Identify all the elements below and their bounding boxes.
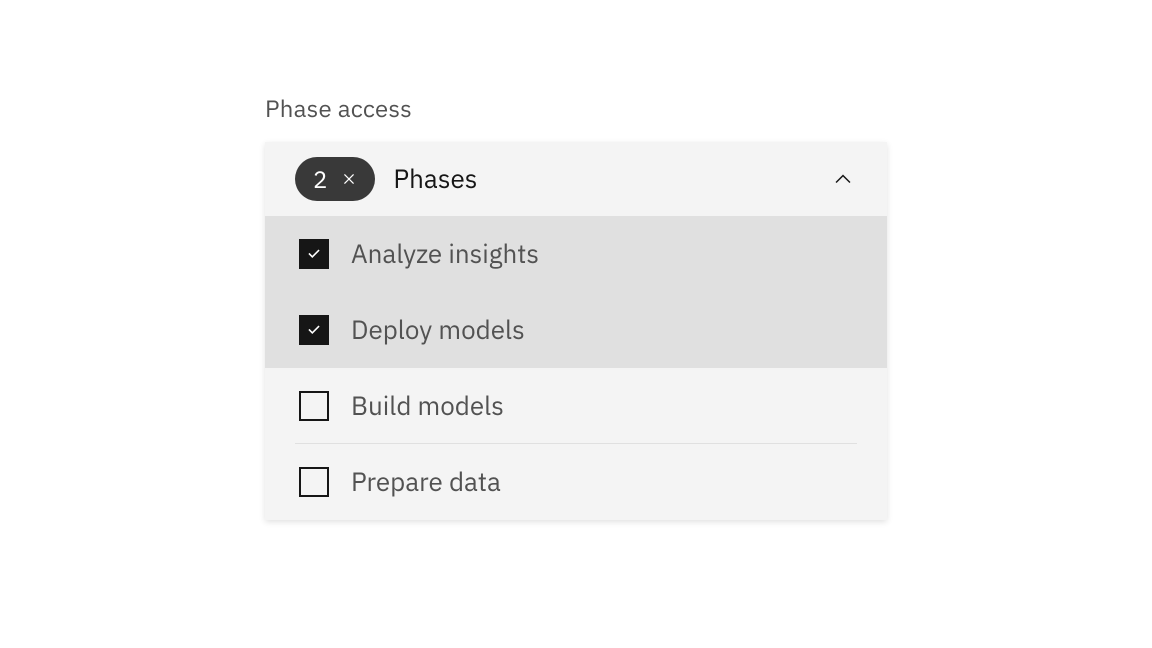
option-build-models[interactable]: Build models xyxy=(265,368,887,444)
field-label: Phase access xyxy=(265,92,887,124)
multiselect-menu: Analyze insights Deploy models Build mod… xyxy=(265,216,887,520)
checkbox[interactable] xyxy=(299,391,329,421)
option-label: Prepare data xyxy=(351,465,501,499)
option-label: Build models xyxy=(351,389,504,423)
checkbox[interactable] xyxy=(299,467,329,497)
selection-tag: 2 xyxy=(295,157,375,201)
option-label: Deploy models xyxy=(351,313,525,347)
option-label: Analyze insights xyxy=(351,237,539,271)
checkmark-icon xyxy=(305,321,323,339)
option-analyze-insights[interactable]: Analyze insights xyxy=(265,216,887,292)
checkbox[interactable] xyxy=(299,239,329,269)
close-icon xyxy=(339,169,359,189)
selection-count: 2 xyxy=(313,167,327,191)
phase-multiselect: 2 Phases An xyxy=(265,142,887,520)
chevron-up-icon xyxy=(831,167,855,191)
checkmark-icon xyxy=(305,245,323,263)
multiselect-title: Phases xyxy=(393,162,827,196)
checkbox[interactable] xyxy=(299,315,329,345)
clear-selection-button[interactable] xyxy=(337,167,361,191)
multiselect-header[interactable]: 2 Phases xyxy=(265,142,887,216)
collapse-toggle[interactable] xyxy=(827,163,859,195)
option-prepare-data[interactable]: Prepare data xyxy=(265,444,887,520)
option-deploy-models[interactable]: Deploy models xyxy=(265,292,887,368)
